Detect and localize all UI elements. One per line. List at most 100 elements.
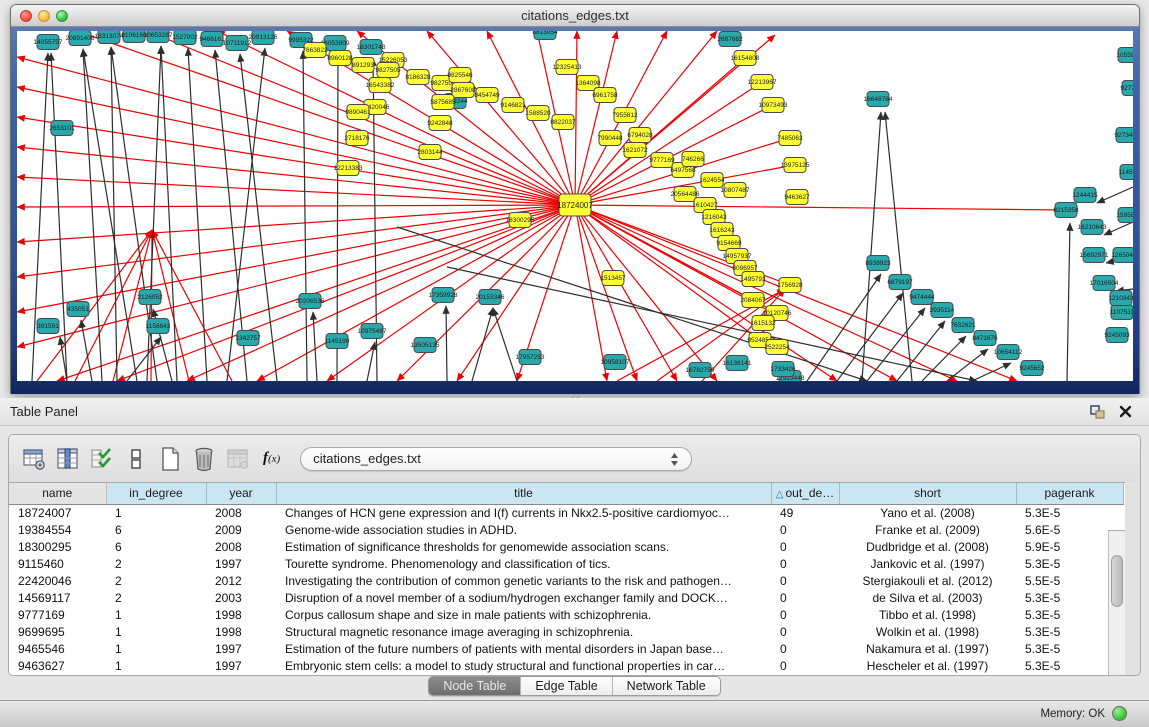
- graph-node[interactable]: 2084067: [740, 293, 766, 308]
- graph-node[interactable]: 1156843: [146, 319, 171, 334]
- graph-node[interactable]: 15692971: [1080, 248, 1109, 263]
- graph-node[interactable]: 8813054: [532, 31, 558, 40]
- graph-node[interactable]: 9890461: [345, 105, 371, 120]
- graph-node[interactable]: 16782759: [686, 363, 715, 378]
- graph-node[interactable]: 7955812: [612, 108, 638, 123]
- zoom-window-button[interactable]: [56, 10, 68, 22]
- graph-node[interactable]: 8960128: [327, 51, 353, 66]
- table-row[interactable]: 969969511998Structural magnetic resonanc…: [9, 623, 1123, 640]
- graph-node[interactable]: 7485063: [777, 131, 803, 146]
- graph-node[interactable]: 16543382: [366, 78, 395, 93]
- graph-node[interactable]: 14055757: [34, 35, 63, 50]
- graph-node[interactable]: 18724007: [557, 194, 593, 216]
- graph-node[interactable]: 10973493: [759, 98, 788, 113]
- graph-node[interactable]: 13505135: [411, 338, 440, 353]
- graph-node[interactable]: 9277169: [1120, 81, 1133, 96]
- graph-node[interactable]: 20153346: [476, 290, 505, 305]
- graph-node[interactable]: 891293: [352, 58, 374, 73]
- graph-node[interactable]: 9273461: [1114, 128, 1133, 143]
- graph-node[interactable]: 1615132: [750, 316, 776, 331]
- scrollbar-thumb[interactable]: [1111, 555, 1123, 607]
- function-builder-icon[interactable]: f(x): [263, 450, 280, 467]
- graph-node[interactable]: 9245093: [1104, 328, 1130, 343]
- table-settings-icon[interactable]: [21, 446, 47, 472]
- tab-node-table[interactable]: Node Table: [429, 677, 521, 695]
- graph-node[interactable]: 2126052: [137, 290, 163, 305]
- table-row[interactable]: 1872400712008Changes of HCN gene express…: [9, 504, 1123, 521]
- graph-node[interactable]: 8938923: [865, 256, 891, 271]
- graph-node[interactable]: 17957253: [516, 350, 545, 365]
- graph-node[interactable]: 8471676: [972, 331, 998, 346]
- graph-node[interactable]: 9466161: [199, 32, 225, 47]
- graph-node[interactable]: 2687682: [717, 32, 743, 47]
- close-window-button[interactable]: [20, 10, 32, 22]
- graph-node[interactable]: 2867608: [450, 83, 476, 98]
- graph-node[interactable]: 2803144: [417, 145, 443, 160]
- graph-node[interactable]: 9474444: [909, 290, 935, 305]
- graph-node[interactable]: 1107533: [1110, 305, 1133, 320]
- graph-node[interactable]: 8822037: [550, 115, 576, 130]
- graph-node[interactable]: 9146821: [500, 98, 526, 113]
- graph-node[interactable]: 1624554: [699, 173, 725, 188]
- graph-node[interactable]: 9825546: [447, 68, 473, 83]
- tab-edge-table[interactable]: Edge Table: [521, 677, 612, 695]
- graph-node[interactable]: 2935114: [930, 303, 955, 318]
- graph-node[interactable]: 1588520: [525, 106, 551, 121]
- new-document-icon[interactable]: [157, 446, 183, 472]
- graph-node[interactable]: 1342757: [235, 331, 261, 346]
- column-header-pagerank[interactable]: pagerank: [1016, 483, 1123, 504]
- graph-node[interactable]: 2718176: [344, 131, 370, 146]
- column-icon[interactable]: [55, 446, 81, 472]
- table-row[interactable]: 1938455462009Genome-wide association stu…: [9, 521, 1123, 538]
- window-titlebar[interactable]: citations_edges.txt: [11, 5, 1139, 27]
- table-row[interactable]: 946362711997Embryonic stem cells: a mode…: [9, 657, 1123, 674]
- column-header-out-degree[interactable]: △out_de…: [771, 483, 839, 504]
- column-header-title[interactable]: title: [276, 483, 771, 504]
- graph-node[interactable]: 1145190: [325, 334, 350, 349]
- graph-node[interactable]: 10958107: [601, 355, 630, 370]
- column-header-year[interactable]: year: [206, 483, 276, 504]
- graph-node[interactable]: 8454749: [474, 88, 500, 103]
- graph-node[interactable]: 1210343: [1108, 291, 1133, 306]
- graph-node[interactable]: 2522254: [764, 340, 790, 355]
- graph-node[interactable]: 6961758: [592, 88, 618, 103]
- float-panel-icon[interactable]: [1090, 405, 1105, 419]
- graph-node[interactable]: 10975487: [358, 324, 387, 339]
- graph-node[interactable]: 13975125: [781, 158, 810, 173]
- tab-network-table[interactable]: Network Table: [613, 677, 720, 695]
- table-row[interactable]: 1456911722003Disruption of a novel membe…: [9, 589, 1123, 606]
- table-row[interactable]: 1830029562008Estimation of significance …: [9, 538, 1123, 555]
- graph-node[interactable]: 746266: [682, 152, 704, 167]
- graph-node[interactable]: 18300295: [506, 213, 535, 228]
- select-rows-icon[interactable]: [89, 446, 115, 472]
- graph-node[interactable]: 16154808: [731, 51, 760, 66]
- graph-node[interactable]: 7632621: [950, 318, 976, 333]
- graph-node[interactable]: 1756928: [777, 278, 803, 293]
- graph-node[interactable]: 1495793: [740, 272, 766, 287]
- graph-node[interactable]: 1244415: [1072, 188, 1098, 203]
- graph-node[interactable]: 1621072: [622, 143, 648, 158]
- memory-status-indicator[interactable]: [1112, 706, 1127, 721]
- graph-node[interactable]: 9777169: [649, 153, 675, 168]
- graph-node[interactable]: 9242848: [427, 116, 453, 131]
- graph-node[interactable]: 18313074: [95, 31, 124, 44]
- graph-node[interactable]: 8186328: [405, 70, 431, 85]
- graph-node[interactable]: 9827505: [375, 63, 401, 78]
- graph-node[interactable]: 6794028: [627, 128, 653, 143]
- table-select-dropdown[interactable]: citations_edges.txt: [300, 447, 692, 471]
- graph-node[interactable]: 16648784: [864, 92, 893, 107]
- column-header-short[interactable]: short: [839, 483, 1016, 504]
- delete-trash-icon[interactable]: [191, 446, 217, 472]
- table-row[interactable]: 946554611997Estimation of the future num…: [9, 640, 1123, 657]
- graph-node[interactable]: 1513457: [600, 271, 626, 286]
- column-header-name[interactable]: name: [9, 483, 106, 504]
- graph-node[interactable]: 20891406: [66, 31, 95, 46]
- table-row[interactable]: 911546021997Tourette syndrome. Phenomeno…: [9, 555, 1123, 572]
- graph-node[interactable]: 18301748: [357, 40, 386, 55]
- row-height-icon[interactable]: [123, 446, 149, 472]
- graph-node[interactable]: 435051: [67, 302, 89, 317]
- table-row[interactable]: 977716911998Corpus callosum shape and si…: [9, 606, 1123, 623]
- graph-node[interactable]: 1265041: [1111, 248, 1133, 263]
- graph-node[interactable]: 16210643: [1078, 220, 1107, 235]
- graph-node[interactable]: 12325413: [553, 60, 582, 75]
